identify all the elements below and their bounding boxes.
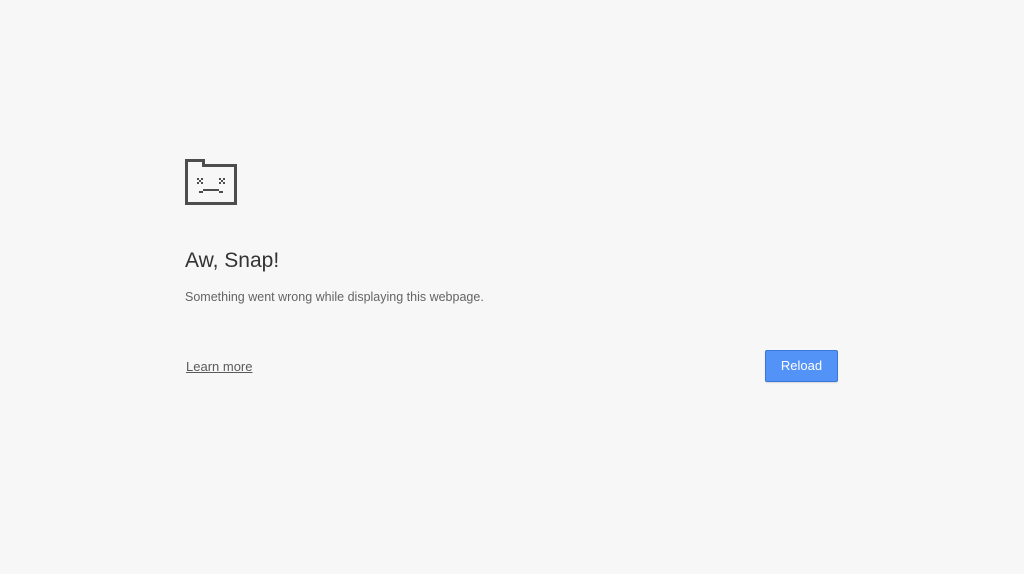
learn-more-link[interactable]: Learn more xyxy=(186,359,252,375)
reload-button[interactable]: Reload xyxy=(765,350,838,382)
sad-tab-icon xyxy=(184,158,238,206)
error-title: Aw, Snap! xyxy=(185,249,280,272)
error-page: Aw, Snap! Something went wrong while dis… xyxy=(0,0,1024,574)
error-message: Something went wrong while displaying th… xyxy=(185,290,484,304)
